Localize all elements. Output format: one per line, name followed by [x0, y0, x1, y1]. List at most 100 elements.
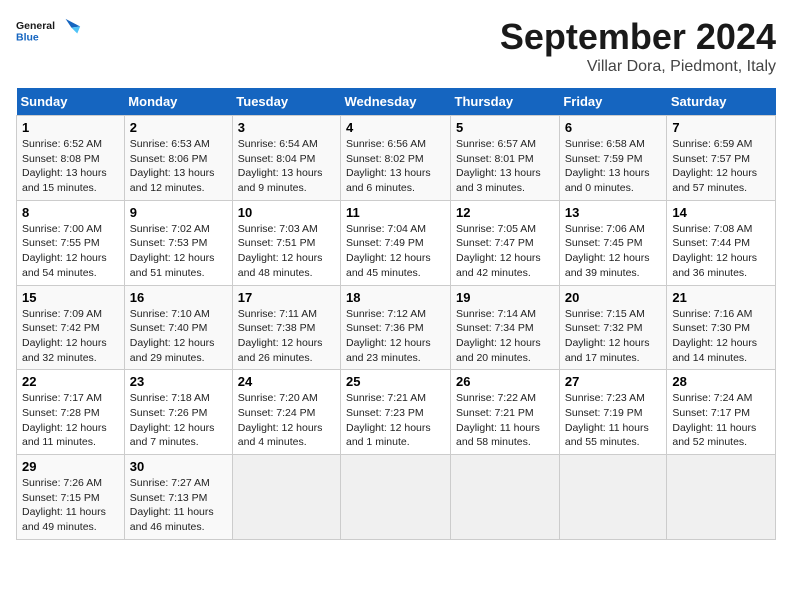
calendar-cell: 27 Sunrise: 7:23 AMSunset: 7:19 PMDaylig…: [559, 370, 667, 455]
day-detail: Sunrise: 7:12 AMSunset: 7:36 PMDaylight:…: [346, 308, 431, 364]
svg-text:General: General: [16, 21, 55, 32]
day-detail: Sunrise: 7:15 AMSunset: 7:32 PMDaylight:…: [565, 308, 650, 364]
day-number: 29: [22, 459, 119, 474]
day-number: 28: [672, 374, 770, 389]
day-detail: Sunrise: 7:23 AMSunset: 7:19 PMDaylight:…: [565, 392, 649, 448]
day-number: 23: [130, 374, 227, 389]
calendar-week-row: 15 Sunrise: 7:09 AMSunset: 7:42 PMDaylig…: [17, 285, 776, 370]
calendar-cell: 26 Sunrise: 7:22 AMSunset: 7:21 PMDaylig…: [451, 370, 560, 455]
day-detail: Sunrise: 7:04 AMSunset: 7:49 PMDaylight:…: [346, 223, 431, 279]
calendar-cell: 20 Sunrise: 7:15 AMSunset: 7:32 PMDaylig…: [559, 285, 667, 370]
day-detail: Sunrise: 6:52 AMSunset: 8:08 PMDaylight:…: [22, 138, 107, 194]
day-detail: Sunrise: 6:56 AMSunset: 8:02 PMDaylight:…: [346, 138, 431, 194]
day-number: 1: [22, 120, 119, 135]
calendar-header-row: SundayMondayTuesdayWednesdayThursdayFrid…: [17, 88, 776, 116]
day-number: 10: [238, 205, 335, 220]
month-title: September 2024: [500, 16, 776, 58]
day-number: 14: [672, 205, 770, 220]
day-detail: Sunrise: 7:03 AMSunset: 7:51 PMDaylight:…: [238, 223, 323, 279]
calendar-cell: 7 Sunrise: 6:59 AMSunset: 7:57 PMDayligh…: [667, 116, 776, 201]
day-number: 5: [456, 120, 554, 135]
svg-text:Blue: Blue: [16, 32, 39, 43]
calendar-cell: 19 Sunrise: 7:14 AMSunset: 7:34 PMDaylig…: [451, 285, 560, 370]
day-number: 12: [456, 205, 554, 220]
calendar-cell: 29 Sunrise: 7:26 AMSunset: 7:15 PMDaylig…: [17, 455, 125, 540]
day-detail: Sunrise: 6:54 AMSunset: 8:04 PMDaylight:…: [238, 138, 323, 194]
calendar-week-row: 8 Sunrise: 7:00 AMSunset: 7:55 PMDayligh…: [17, 200, 776, 285]
calendar-cell: 11 Sunrise: 7:04 AMSunset: 7:49 PMDaylig…: [341, 200, 451, 285]
day-header-friday: Friday: [559, 88, 667, 116]
day-number: 3: [238, 120, 335, 135]
day-number: 22: [22, 374, 119, 389]
logo: General Blue: [16, 16, 86, 48]
calendar-cell: 23 Sunrise: 7:18 AMSunset: 7:26 PMDaylig…: [124, 370, 232, 455]
day-detail: Sunrise: 7:24 AMSunset: 7:17 PMDaylight:…: [672, 392, 756, 448]
day-detail: Sunrise: 7:06 AMSunset: 7:45 PMDaylight:…: [565, 223, 650, 279]
day-number: 30: [130, 459, 227, 474]
calendar-cell: 2 Sunrise: 6:53 AMSunset: 8:06 PMDayligh…: [124, 116, 232, 201]
day-detail: Sunrise: 7:02 AMSunset: 7:53 PMDaylight:…: [130, 223, 215, 279]
day-detail: Sunrise: 7:05 AMSunset: 7:47 PMDaylight:…: [456, 223, 541, 279]
calendar-cell: 28 Sunrise: 7:24 AMSunset: 7:17 PMDaylig…: [667, 370, 776, 455]
calendar-table: SundayMondayTuesdayWednesdayThursdayFrid…: [16, 88, 776, 540]
calendar-cell: 18 Sunrise: 7:12 AMSunset: 7:36 PMDaylig…: [341, 285, 451, 370]
calendar-cell: 4 Sunrise: 6:56 AMSunset: 8:02 PMDayligh…: [341, 116, 451, 201]
day-detail: Sunrise: 7:11 AMSunset: 7:38 PMDaylight:…: [238, 308, 323, 364]
day-detail: Sunrise: 7:20 AMSunset: 7:24 PMDaylight:…: [238, 392, 323, 448]
day-number: 2: [130, 120, 227, 135]
calendar-cell: [232, 455, 340, 540]
logo-icon: General Blue: [16, 16, 86, 48]
day-detail: Sunrise: 6:57 AMSunset: 8:01 PMDaylight:…: [456, 138, 541, 194]
day-detail: Sunrise: 7:26 AMSunset: 7:15 PMDaylight:…: [22, 477, 106, 533]
day-detail: Sunrise: 7:09 AMSunset: 7:42 PMDaylight:…: [22, 308, 107, 364]
calendar-cell: 10 Sunrise: 7:03 AMSunset: 7:51 PMDaylig…: [232, 200, 340, 285]
calendar-cell: 8 Sunrise: 7:00 AMSunset: 7:55 PMDayligh…: [17, 200, 125, 285]
day-header-thursday: Thursday: [451, 88, 560, 116]
day-detail: Sunrise: 7:18 AMSunset: 7:26 PMDaylight:…: [130, 392, 215, 448]
day-detail: Sunrise: 7:22 AMSunset: 7:21 PMDaylight:…: [456, 392, 540, 448]
calendar-cell: 1 Sunrise: 6:52 AMSunset: 8:08 PMDayligh…: [17, 116, 125, 201]
calendar-cell: 3 Sunrise: 6:54 AMSunset: 8:04 PMDayligh…: [232, 116, 340, 201]
calendar-cell: [559, 455, 667, 540]
day-detail: Sunrise: 7:21 AMSunset: 7:23 PMDaylight:…: [346, 392, 431, 448]
day-number: 15: [22, 290, 119, 305]
day-detail: Sunrise: 7:14 AMSunset: 7:34 PMDaylight:…: [456, 308, 541, 364]
calendar-cell: [667, 455, 776, 540]
calendar-cell: 22 Sunrise: 7:17 AMSunset: 7:28 PMDaylig…: [17, 370, 125, 455]
calendar-cell: 15 Sunrise: 7:09 AMSunset: 7:42 PMDaylig…: [17, 285, 125, 370]
calendar-cell: 14 Sunrise: 7:08 AMSunset: 7:44 PMDaylig…: [667, 200, 776, 285]
day-number: 11: [346, 205, 445, 220]
calendar-cell: 17 Sunrise: 7:11 AMSunset: 7:38 PMDaylig…: [232, 285, 340, 370]
day-detail: Sunrise: 7:16 AMSunset: 7:30 PMDaylight:…: [672, 308, 757, 364]
calendar-cell: 25 Sunrise: 7:21 AMSunset: 7:23 PMDaylig…: [341, 370, 451, 455]
day-header-monday: Monday: [124, 88, 232, 116]
day-detail: Sunrise: 7:27 AMSunset: 7:13 PMDaylight:…: [130, 477, 214, 533]
day-detail: Sunrise: 6:58 AMSunset: 7:59 PMDaylight:…: [565, 138, 650, 194]
day-header-saturday: Saturday: [667, 88, 776, 116]
calendar-cell: 30 Sunrise: 7:27 AMSunset: 7:13 PMDaylig…: [124, 455, 232, 540]
day-number: 21: [672, 290, 770, 305]
day-number: 6: [565, 120, 662, 135]
day-number: 20: [565, 290, 662, 305]
day-number: 17: [238, 290, 335, 305]
day-number: 4: [346, 120, 445, 135]
day-detail: Sunrise: 7:00 AMSunset: 7:55 PMDaylight:…: [22, 223, 107, 279]
calendar-cell: [451, 455, 560, 540]
calendar-cell: 21 Sunrise: 7:16 AMSunset: 7:30 PMDaylig…: [667, 285, 776, 370]
calendar-cell: 6 Sunrise: 6:58 AMSunset: 7:59 PMDayligh…: [559, 116, 667, 201]
calendar-week-row: 1 Sunrise: 6:52 AMSunset: 8:08 PMDayligh…: [17, 116, 776, 201]
location-title: Villar Dora, Piedmont, Italy: [500, 58, 776, 76]
calendar-cell: 13 Sunrise: 7:06 AMSunset: 7:45 PMDaylig…: [559, 200, 667, 285]
day-number: 8: [22, 205, 119, 220]
day-header-wednesday: Wednesday: [341, 88, 451, 116]
day-detail: Sunrise: 7:08 AMSunset: 7:44 PMDaylight:…: [672, 223, 757, 279]
day-number: 25: [346, 374, 445, 389]
calendar-cell: [341, 455, 451, 540]
day-detail: Sunrise: 6:53 AMSunset: 8:06 PMDaylight:…: [130, 138, 215, 194]
day-number: 7: [672, 120, 770, 135]
calendar-cell: 5 Sunrise: 6:57 AMSunset: 8:01 PMDayligh…: [451, 116, 560, 201]
title-area: September 2024 Villar Dora, Piedmont, It…: [500, 16, 776, 76]
day-detail: Sunrise: 7:10 AMSunset: 7:40 PMDaylight:…: [130, 308, 215, 364]
calendar-cell: 24 Sunrise: 7:20 AMSunset: 7:24 PMDaylig…: [232, 370, 340, 455]
day-header-tuesday: Tuesday: [232, 88, 340, 116]
